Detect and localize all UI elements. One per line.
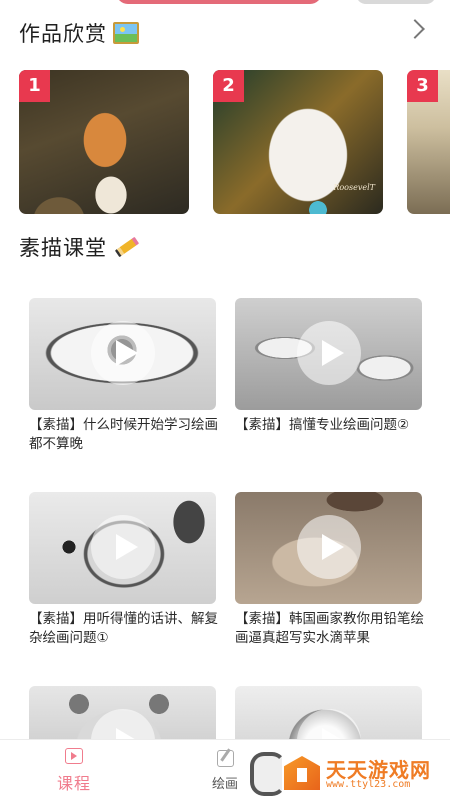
sketch-header: 素描课堂 [19,232,140,262]
nav-tab-partial-icon[interactable] [250,752,286,796]
gallery-card[interactable]: 3 [407,70,450,214]
rank-badge: 2 [213,70,244,102]
edit-pen-icon [216,750,234,767]
video-title[interactable]: 【素描】韩国画家教你用铅笔绘画逼真超写实水滴苹果 [235,610,425,648]
artwork-signature: RoosevelT [333,183,375,192]
video-thumbnail[interactable] [29,298,216,410]
watermark: 天天游戏网 www.ttyl23.com [282,752,450,796]
top-banner-edge-secondary[interactable] [356,0,436,4]
video-card[interactable]: 【素描】韩国画家教你用铅笔绘画逼真超写实水滴苹果 [235,492,425,648]
video-card[interactable]: 【素描】用听得懂的话讲、解复杂绘画问题① [29,492,219,648]
nav-tab-courses[interactable]: 课程 [44,748,104,794]
sketch-title: 素描课堂 [19,236,107,260]
top-strip [0,0,450,6]
play-icon[interactable] [297,321,361,385]
rank-badge: 1 [19,70,50,102]
video-thumbnail[interactable] [235,298,422,410]
video-title[interactable]: 【素描】什么时候开始学习绘画都不算晚 [29,416,219,454]
nav-tab-draw[interactable]: 绘画 [200,750,250,792]
video-card[interactable]: 【素描】搞懂专业绘画问题② [235,298,422,435]
video-thumbnail[interactable] [235,492,422,604]
rank-badge: 3 [407,70,438,102]
watermark-logo-icon [284,756,320,790]
nav-draw-label: 绘画 [211,777,238,792]
framed-picture-icon [113,22,139,44]
top-banner-edge[interactable] [116,0,322,4]
play-icon[interactable] [297,515,361,579]
pencil-icon [114,236,140,258]
play-icon[interactable] [91,321,155,385]
play-icon[interactable] [91,515,155,579]
gallery-card[interactable]: 2 RoosevelT [213,70,383,214]
gallery-title: 作品欣赏 [19,22,107,46]
gallery-header: 作品欣赏 [19,18,139,48]
video-card[interactable]: 【素描】什么时候开始学习绘画都不算晚 [29,298,219,454]
gallery-card[interactable]: 1 [19,70,189,214]
video-play-icon [65,748,83,764]
video-title[interactable]: 【素描】搞懂专业绘画问题② [235,416,425,435]
chevron-right-icon[interactable] [405,19,425,39]
watermark-url: www.ttyl23.com [326,779,411,790]
video-title[interactable]: 【素描】用听得懂的话讲、解复杂绘画问题① [29,610,219,648]
video-thumbnail[interactable] [29,492,216,604]
nav-courses-label: 课程 [56,774,91,793]
